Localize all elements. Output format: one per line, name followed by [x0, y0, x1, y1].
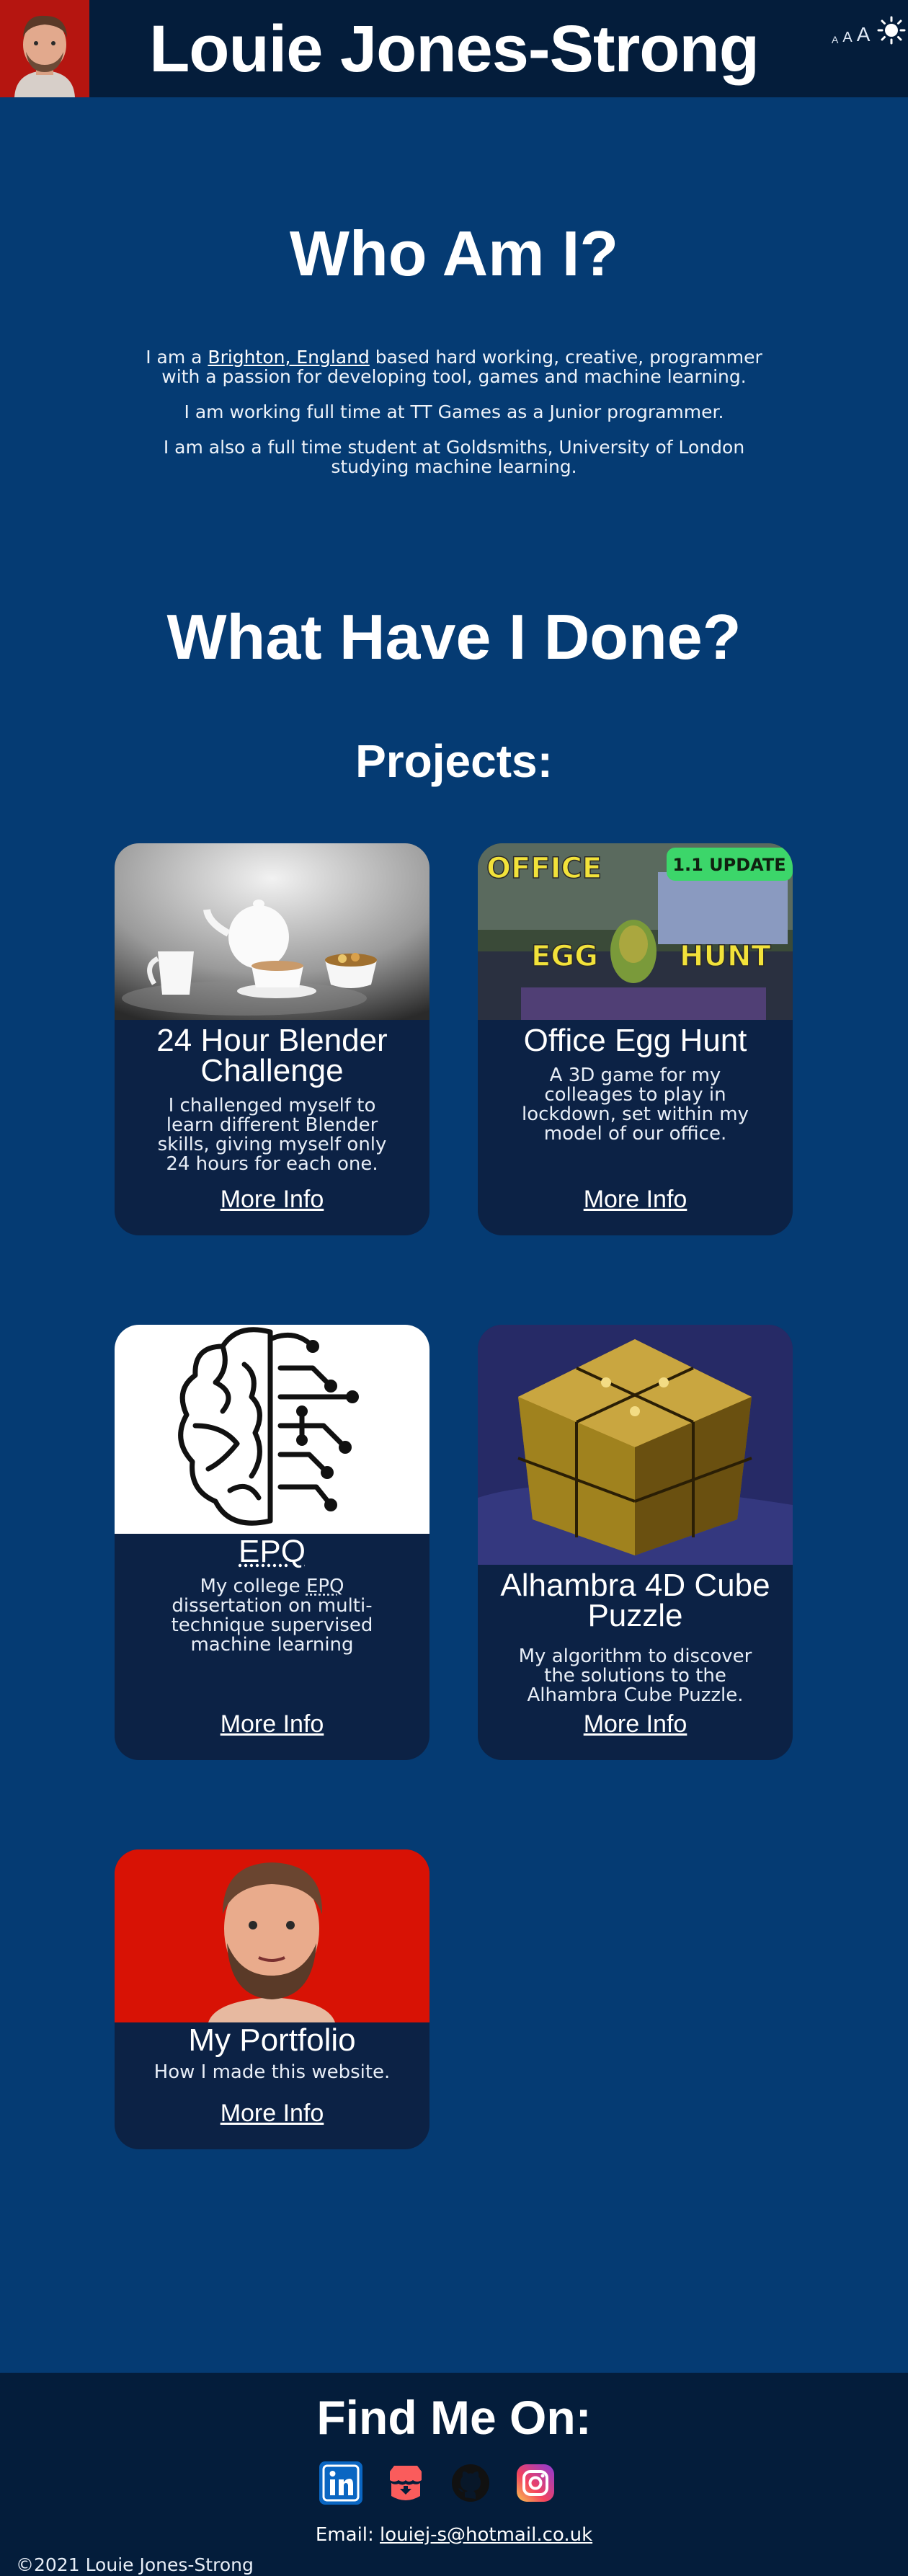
teapot-image: [115, 843, 429, 1020]
copyright: ©2021 Louie Jones-Strong: [16, 2554, 254, 2575]
project-description: A 3D game for my colleages to play in lo…: [521, 1065, 749, 1145]
portfolio-avatar-image: [115, 1849, 429, 2022]
instagram-icon[interactable]: [514, 2461, 557, 2505]
about-paragraph-2: I am working full time at TT Games as a …: [184, 401, 724, 422]
font-size-controls: A A A: [832, 16, 906, 45]
sun-icon[interactable]: [877, 16, 906, 45]
about-heading: Who Am I?: [289, 218, 619, 289]
project-description: I challenged myself to learn different B…: [157, 1095, 387, 1175]
project-card-epq[interactable]: EPQ My college EPQ dissertation on multi…: [115, 1325, 429, 1760]
site-footer: Find Me On: Email: louiej-s@hotmail.co.u…: [0, 2373, 908, 2576]
project-card-alhambra[interactable]: Alhambra 4D Cube Puzzle My algorithm to …: [478, 1325, 793, 1760]
project-title: Office Egg Hunt: [523, 1023, 747, 1058]
project-description: How I made this website.: [153, 2061, 391, 2083]
project-card-portfolio[interactable]: My Portfolio How I made this website. Mo…: [115, 1849, 429, 2149]
project-card-blender[interactable]: 24 Hour Blender Challenge I challenged m…: [115, 843, 429, 1235]
cube-puzzle-image: [478, 1325, 793, 1565]
about-paragraph-3: I am also a full time student at Goldsmi…: [163, 437, 745, 477]
project-title: Alhambra 4D Cube Puzzle: [500, 1568, 770, 1633]
github-icon[interactable]: [449, 2461, 492, 2505]
epq-abbreviation: EPQ: [306, 1576, 344, 1597]
egg-hunt-badge: 1.1 UPDATE: [672, 855, 785, 875]
egg-hunt-text-left: EGG: [531, 940, 598, 973]
font-size-medium-button[interactable]: A: [842, 30, 852, 45]
project-title: EPQ: [239, 1534, 306, 1569]
linkedin-icon[interactable]: [319, 2461, 362, 2505]
footer-heading: Find Me On:: [316, 2391, 592, 2444]
location-link[interactable]: Brighton, England: [208, 347, 369, 368]
egg-hunt-image: 1.1 UPDATE OFFICE EGG HUNT: [478, 843, 793, 1020]
about-paragraph-1: I am a Brighton, England based hard work…: [146, 347, 762, 387]
egg-hunt-text-top: OFFICE: [486, 852, 602, 885]
project-title: My Portfolio: [188, 2022, 356, 2058]
font-size-small-button[interactable]: A: [832, 35, 838, 45]
project-card-office-egg-hunt[interactable]: 1.1 UPDATE OFFICE EGG HUNT Office Egg Hu…: [478, 843, 793, 1235]
email-link[interactable]: louiej-s@hotmail.co.uk: [380, 2524, 592, 2546]
site-title: Louie Jones-Strong: [149, 12, 760, 86]
project-description: My college EPQ dissertation on multi-tec…: [171, 1576, 373, 1656]
project-title: 24 Hour Blender Challenge: [156, 1023, 388, 1088]
more-info-link[interactable]: More Info: [115, 1710, 429, 1738]
about-text: I am a Brighton, England based hard work…: [137, 347, 771, 492]
egg-hunt-text-right: HUNT: [680, 940, 771, 973]
social-links: [319, 2461, 557, 2505]
more-info-link[interactable]: More Info: [478, 1710, 793, 1738]
site-header: Louie Jones-Strong A A A: [0, 0, 908, 97]
itch-io-icon[interactable]: [384, 2461, 427, 2505]
brain-circuit-image: [115, 1325, 429, 1534]
project-description: My algorithm to discover the solutions t…: [518, 1645, 752, 1706]
work-heading: What Have I Done?: [166, 601, 742, 672]
more-info-link[interactable]: More Info: [115, 2100, 429, 2128]
email-line: Email: louiej-s@hotmail.co.uk: [315, 2524, 593, 2546]
more-info-link[interactable]: More Info: [115, 1186, 429, 1214]
projects-heading: Projects:: [355, 735, 553, 787]
more-info-link[interactable]: More Info: [478, 1186, 793, 1214]
font-size-large-button[interactable]: A: [857, 25, 871, 45]
